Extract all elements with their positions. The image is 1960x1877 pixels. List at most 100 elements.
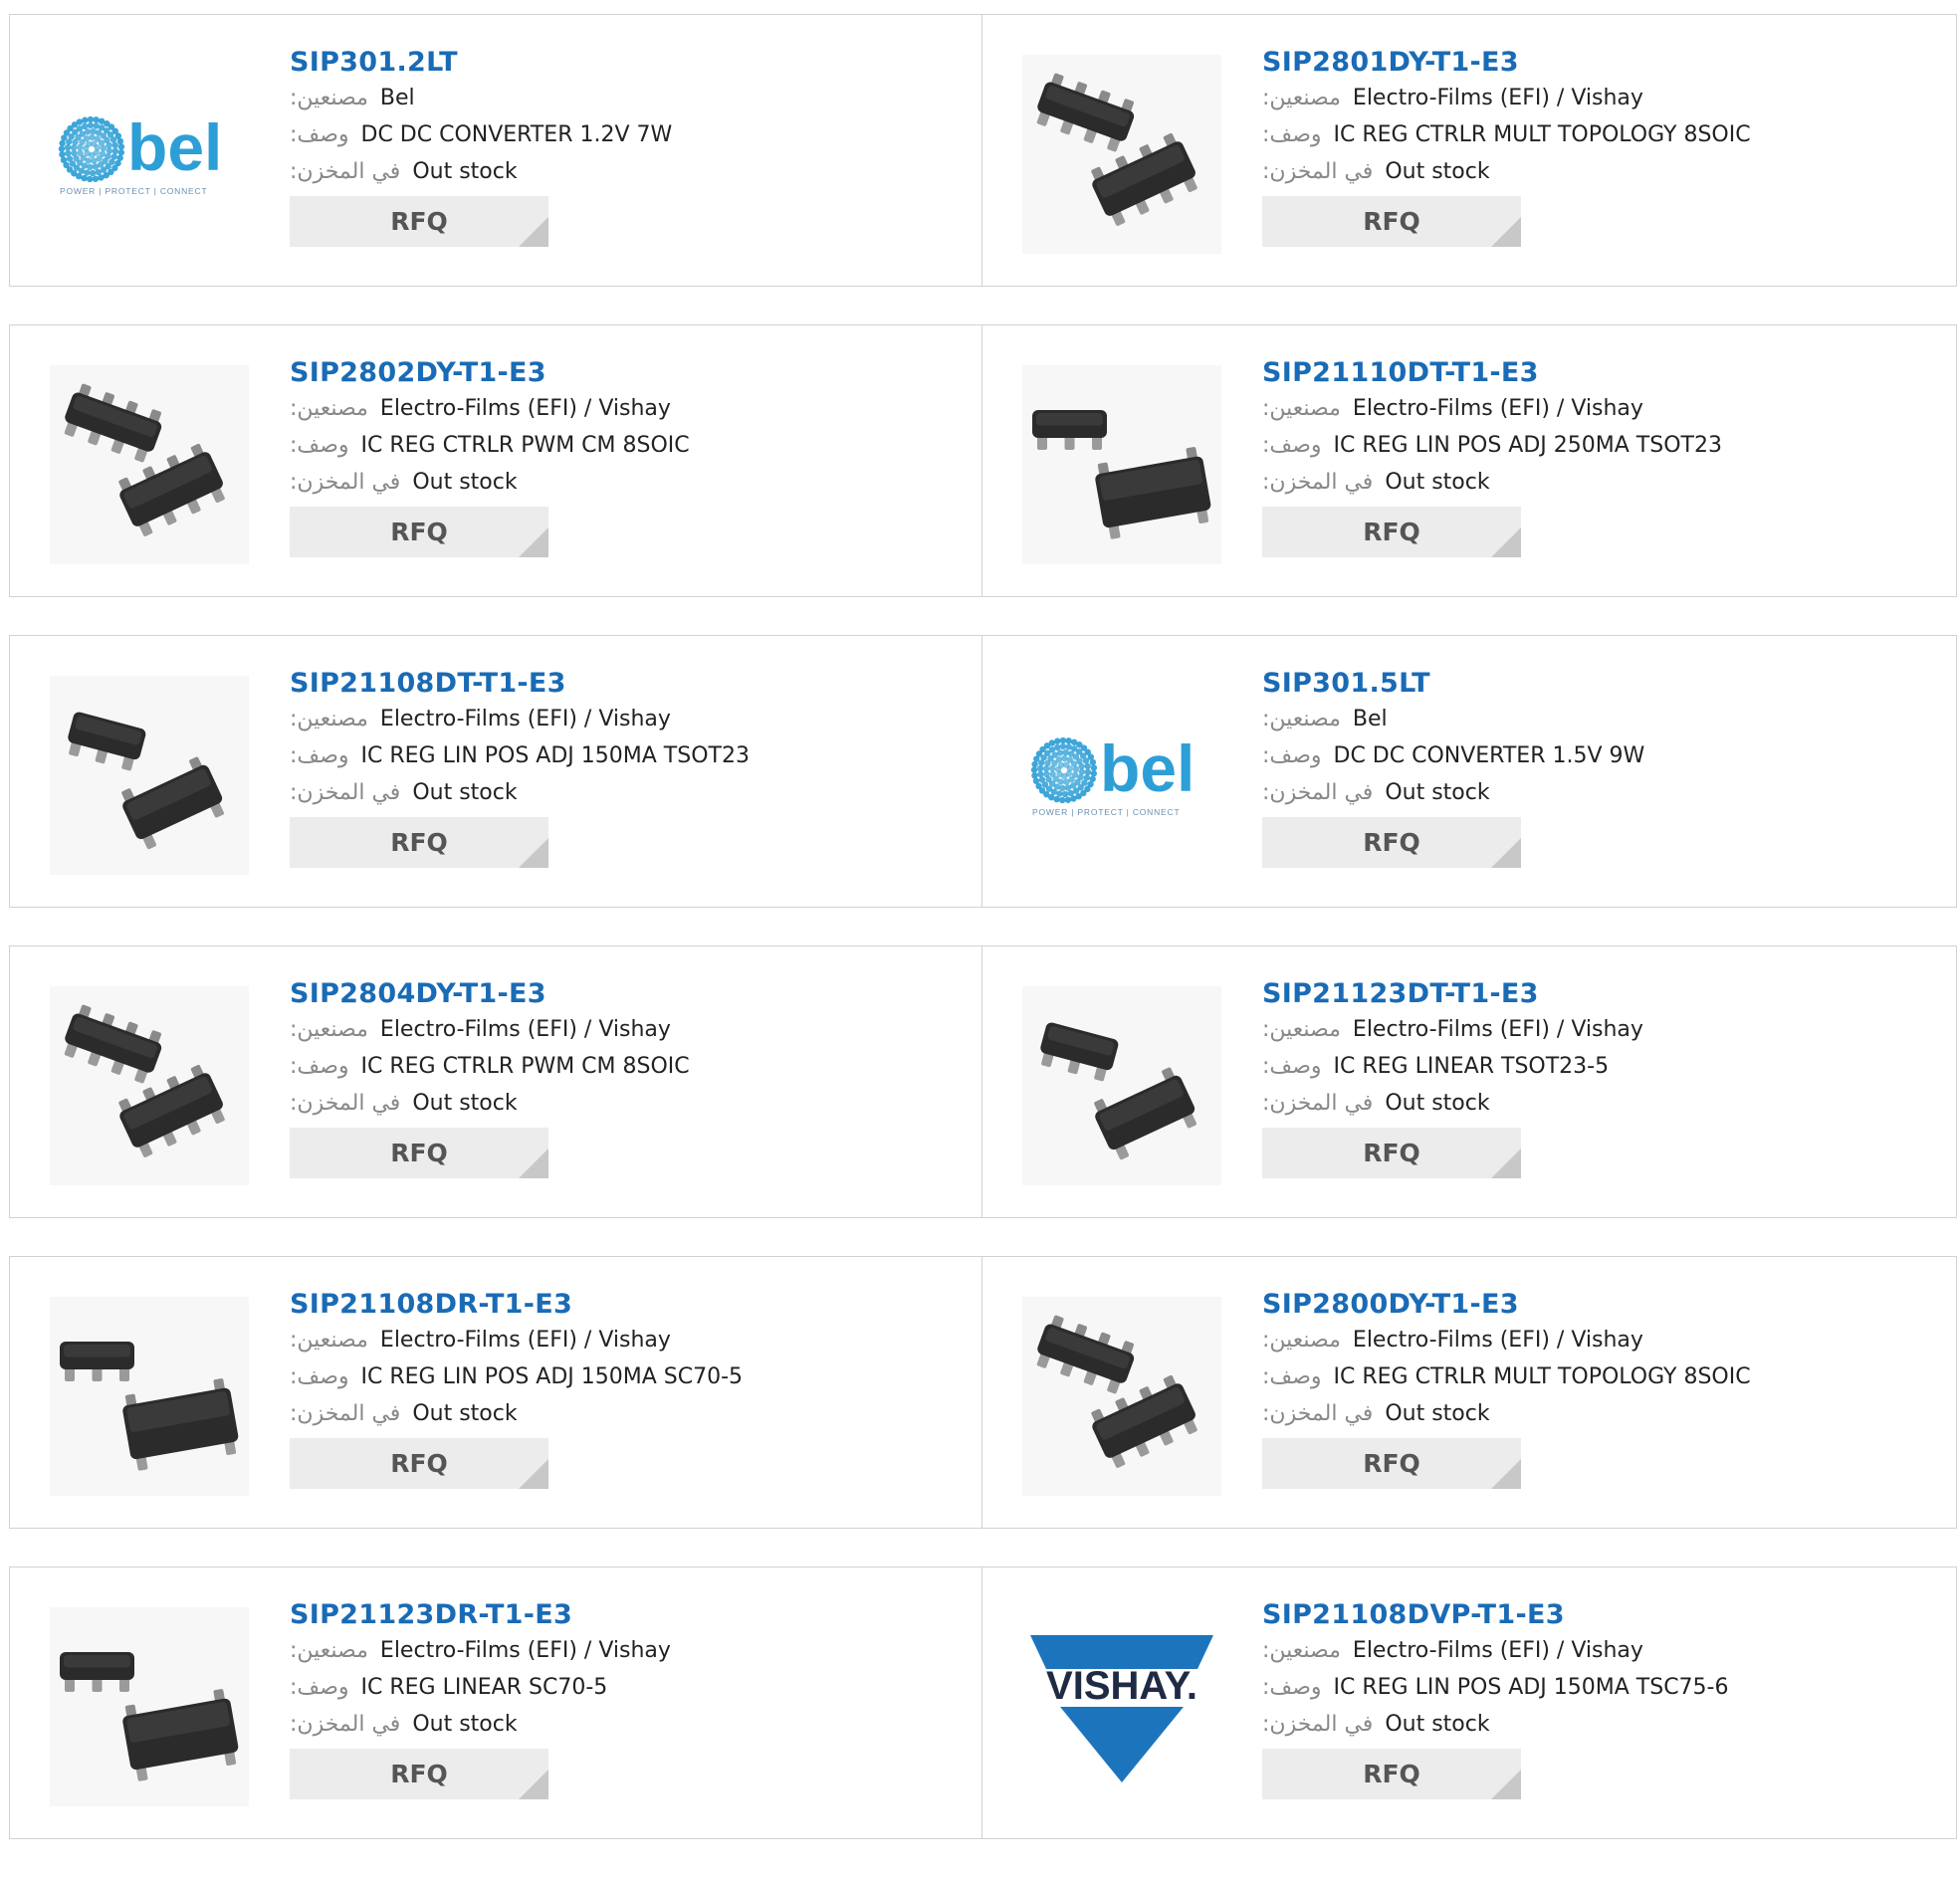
manufacturer-row: :مصنعين Electro-Films (EFI) / Vishay	[290, 1011, 972, 1048]
rfq-button[interactable]: RFQ	[290, 1128, 548, 1178]
product-image[interactable]	[50, 1297, 249, 1496]
part-number-link[interactable]: SIP21123DR-T1-E3	[290, 1598, 972, 1632]
product-image[interactable]: VISHAY.	[1022, 1607, 1221, 1806]
product-image[interactable]	[50, 1607, 249, 1806]
chip-package	[60, 1652, 134, 1692]
part-number-link[interactable]: SIP21108DVP-T1-E3	[1262, 1598, 1946, 1632]
button-corner-decoration	[519, 1459, 548, 1489]
stock-row: :في المخزن Out stock	[290, 1706, 972, 1743]
rfq-label: RFQ	[1363, 1449, 1420, 1478]
manufacturer-label: :مصنعين	[1262, 707, 1341, 731]
rfq-button[interactable]: RFQ	[290, 507, 548, 557]
bel-burst-mark	[58, 115, 125, 183]
stock-row: :في المخزن Out stock	[1262, 774, 1946, 811]
product-image[interactable]	[1022, 365, 1221, 564]
product-info: SIP2802DY-T1-E3 :مصنعين Electro-Films (EF…	[290, 356, 972, 557]
part-number-link[interactable]: SIP21110DT-T1-E3	[1262, 356, 1946, 390]
product-image[interactable]: bel POWER | PROTECT | CONNECT	[1022, 676, 1221, 875]
part-number-link[interactable]: SIP2801DY-T1-E3	[1262, 46, 1946, 80]
stock-row: :في المخزن Out stock	[1262, 1395, 1946, 1432]
part-number-link[interactable]: SIP2804DY-T1-E3	[290, 977, 972, 1011]
product-image[interactable]	[1022, 986, 1221, 1185]
stock-row: :في المخزن Out stock	[1262, 153, 1946, 190]
product-card: SIP21110DT-T1-E3 :مصنعين Electro-Films (E…	[982, 324, 1957, 597]
stock-row: :في المخزن Out stock	[1262, 1706, 1946, 1743]
product-info: SIP21110DT-T1-E3 :مصنعين Electro-Films (E…	[1262, 356, 1946, 557]
part-number-link[interactable]: SIP301.5LT	[1262, 667, 1946, 701]
rfq-label: RFQ	[390, 207, 448, 236]
product-row: bel POWER | PROTECT | CONNECT SIP301.2LT …	[9, 14, 1957, 287]
part-number-link[interactable]: SIP21108DT-T1-E3	[290, 667, 972, 701]
product-info: SIP21123DT-T1-E3 :مصنعين Electro-Films (E…	[1262, 977, 1946, 1178]
rfq-button[interactable]: RFQ	[290, 1438, 548, 1489]
stock-label: :في المخزن	[290, 780, 401, 805]
stock-value: Out stock	[1385, 1401, 1490, 1426]
rfq-button[interactable]: RFQ	[1262, 817, 1521, 868]
rfq-button[interactable]: RFQ	[1262, 1128, 1521, 1178]
rfq-label: RFQ	[390, 1139, 448, 1167]
stock-label: :في المخزن	[290, 1091, 401, 1116]
rfq-button[interactable]: RFQ	[1262, 196, 1521, 247]
manufacturer-label: :مصنعين	[1262, 1638, 1341, 1663]
chip-icon	[1022, 1297, 1221, 1496]
description-value: IC REG LIN POS ADJ 150MA TSC75-6	[1333, 1675, 1729, 1700]
product-image[interactable]: bel POWER | PROTECT | CONNECT	[50, 55, 249, 254]
product-row: SIP21108DR-T1-E3 :مصنعين Electro-Films (E…	[9, 1256, 1957, 1529]
description-label: :وصف	[290, 433, 349, 458]
manufacturer-value: Electro-Films (EFI) / Vishay	[379, 707, 671, 731]
part-number-link[interactable]: SIP2800DY-T1-E3	[1262, 1288, 1946, 1322]
chip-icon	[50, 986, 249, 1185]
description-label: :وصف	[290, 122, 349, 147]
manufacturer-value: Electro-Films (EFI) / Vishay	[1352, 1328, 1643, 1353]
product-card: SIP2802DY-T1-E3 :مصنعين Electro-Films (EF…	[9, 324, 982, 597]
part-number-link[interactable]: SIP2802DY-T1-E3	[290, 356, 972, 390]
product-info: SIP2804DY-T1-E3 :مصنعين Electro-Films (EF…	[290, 977, 972, 1178]
manufacturer-value: Electro-Films (EFI) / Vishay	[379, 1017, 671, 1042]
product-image[interactable]	[1022, 55, 1221, 254]
product-image[interactable]	[50, 986, 249, 1185]
chip-package	[60, 1342, 134, 1381]
rfq-label: RFQ	[390, 1449, 448, 1478]
stock-row: :في المخزن Out stock	[290, 153, 972, 190]
product-info: SIP21123DR-T1-E3 :مصنعين Electro-Films (E…	[290, 1598, 972, 1799]
description-label: :وصف	[1262, 433, 1322, 458]
product-image[interactable]	[50, 365, 249, 564]
manufacturer-label: :مصنعين	[1262, 1328, 1341, 1353]
product-card: SIP21123DR-T1-E3 :مصنعين Electro-Films (E…	[9, 1566, 982, 1839]
manufacturer-row: :مصنعين Electro-Films (EFI) / Vishay	[1262, 1632, 1946, 1669]
rfq-button[interactable]: RFQ	[290, 196, 548, 247]
manufacturer-value: Bel	[379, 86, 415, 110]
description-value: IC REG CTRLR PWM CM 8SOIC	[360, 1054, 690, 1079]
part-number-link[interactable]: SIP21108DR-T1-E3	[290, 1288, 972, 1322]
manufacturer-row: :مصنعين Electro-Films (EFI) / Vishay	[1262, 390, 1946, 427]
bel-burst-mark	[1030, 736, 1098, 804]
rfq-button[interactable]: RFQ	[1262, 507, 1521, 557]
product-card: SIP2804DY-T1-E3 :مصنعين Electro-Films (EF…	[9, 945, 982, 1218]
rfq-button[interactable]: RFQ	[1262, 1438, 1521, 1489]
stock-label: :في المخزن	[1262, 1401, 1374, 1426]
bel-tagline: POWER | PROTECT | CONNECT	[60, 186, 207, 196]
rfq-button[interactable]: RFQ	[290, 1749, 548, 1799]
product-card: bel POWER | PROTECT | CONNECT SIP301.2LT …	[9, 14, 982, 287]
rfq-button[interactable]: RFQ	[1262, 1749, 1521, 1799]
stock-value: Out stock	[412, 470, 518, 495]
rfq-button[interactable]: RFQ	[290, 817, 548, 868]
stock-value: Out stock	[412, 159, 518, 184]
description-row: :وصف IC REG LIN POS ADJ 150MA TSC75-6	[1262, 1669, 1946, 1706]
description-value: DC DC CONVERTER 1.5V 9W	[1333, 743, 1645, 768]
description-value: IC REG CTRLR MULT TOPOLOGY 8SOIC	[1333, 1364, 1751, 1389]
button-corner-decoration	[519, 217, 548, 247]
stock-label: :في المخزن	[1262, 470, 1374, 495]
product-image[interactable]	[1022, 1297, 1221, 1496]
button-corner-decoration	[519, 527, 548, 557]
description-row: :وصف IC REG LINEAR TSOT23-5	[1262, 1048, 1946, 1085]
part-number-link[interactable]: SIP21123DT-T1-E3	[1262, 977, 1946, 1011]
stock-value: Out stock	[1385, 1091, 1490, 1116]
manufacturer-label: :مصنعين	[290, 1638, 368, 1663]
part-number-link[interactable]: SIP301.2LT	[290, 46, 972, 80]
stock-label: :في المخزن	[1262, 1091, 1374, 1116]
stock-label: :في المخزن	[1262, 1712, 1374, 1737]
product-image[interactable]	[50, 676, 249, 875]
description-value: IC REG CTRLR MULT TOPOLOGY 8SOIC	[1333, 122, 1751, 147]
stock-label: :في المخزن	[1262, 780, 1374, 805]
